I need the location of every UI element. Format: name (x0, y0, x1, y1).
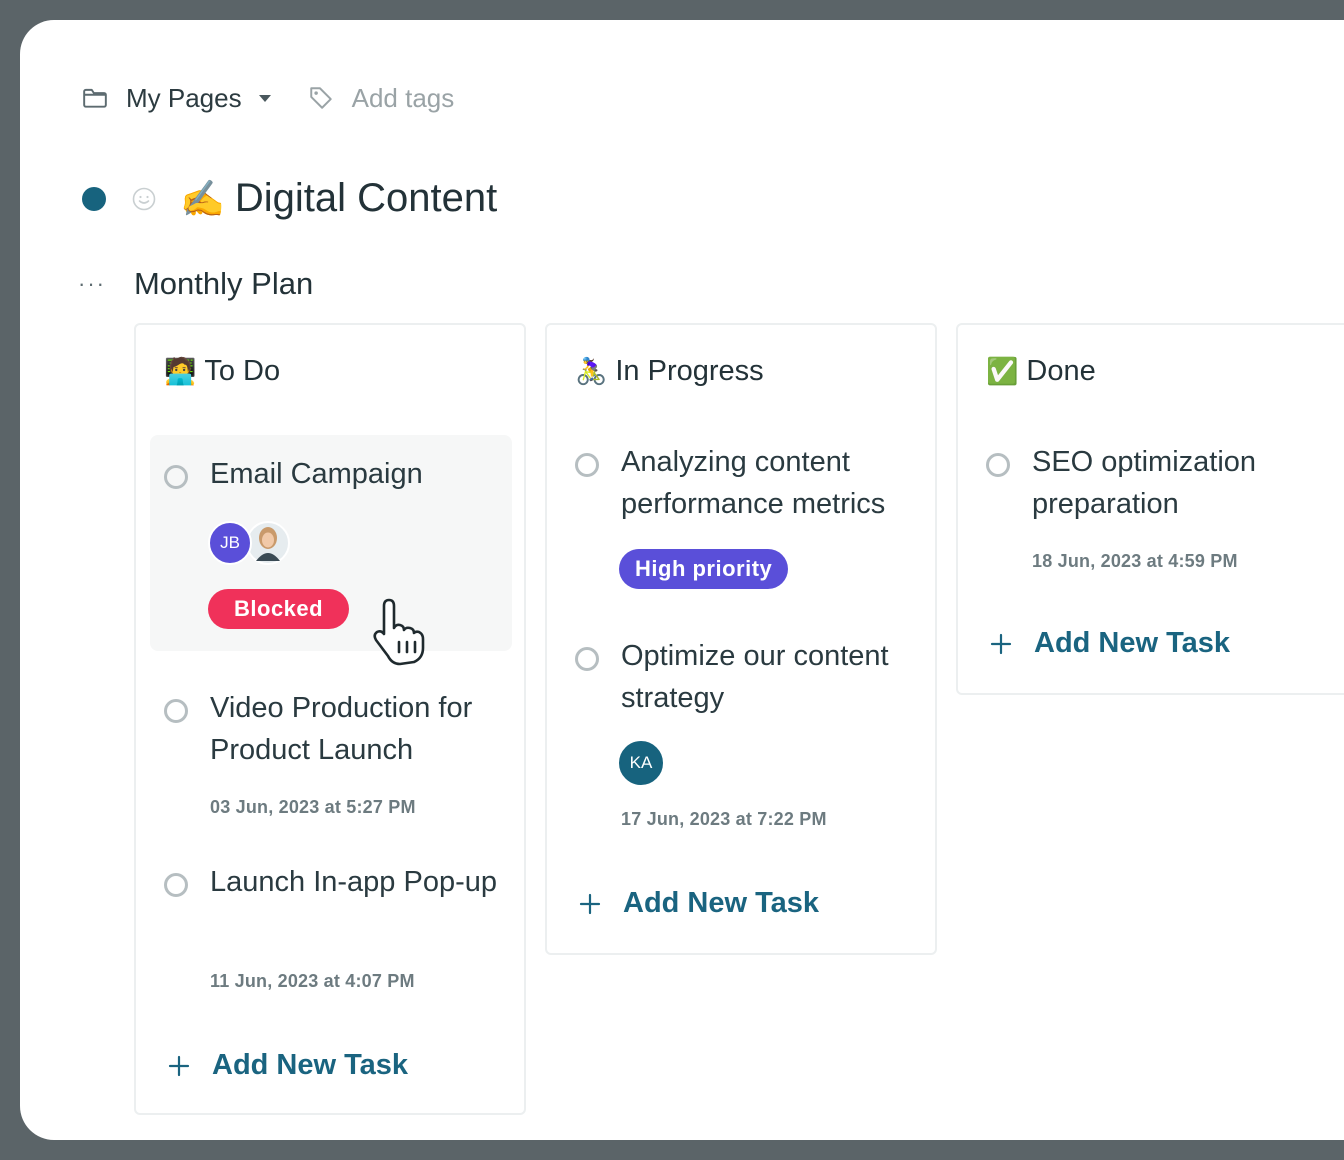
task-date: 11 Jun, 2023 at 4:07 PM (210, 971, 415, 991)
task-date: 17 Jun, 2023 at 7:22 PM (621, 809, 827, 829)
add-new-task-label: Add New Task (212, 1049, 409, 1081)
add-new-task-label: Add New Task (623, 887, 820, 919)
breadcrumb: My Pages Add tags (82, 78, 454, 118)
column-title: Done (1026, 355, 1096, 387)
task-name: Email Campaign (210, 458, 423, 490)
column-emoji: 🚴‍♀️ (575, 356, 608, 386)
add-new-task-button[interactable]: Add New Task (168, 1049, 408, 1082)
app-window: My Pages Add tags ✍️ Digital Content ···… (20, 20, 1344, 1140)
column-title: In Progress (615, 355, 764, 387)
hand-cursor-icon (373, 598, 425, 666)
section-header: ··· Monthly Plan (78, 266, 313, 302)
column-to-do: 🧑‍💻 To Do Email Campaign JB Blocked Vide… (134, 323, 526, 1115)
status-dot[interactable] (82, 186, 106, 211)
task-name: SEO optimization preparation (1032, 446, 1257, 520)
column-title: To Do (204, 355, 281, 387)
smiley-icon[interactable] (132, 187, 156, 211)
tag-icon (309, 87, 332, 109)
add-new-task-button[interactable]: Add New Task (990, 627, 1230, 660)
avatar: KA (619, 741, 663, 785)
task-name: Analyzing content performance metrics (621, 446, 886, 520)
chevron-down-icon[interactable] (258, 91, 272, 105)
task-checkbox[interactable] (164, 465, 188, 489)
column-header: 🧑‍💻 To Do (164, 355, 280, 388)
my-pages-link[interactable]: My Pages (126, 83, 242, 114)
task-checkbox[interactable] (164, 699, 188, 723)
column-emoji: ✅ (986, 356, 1019, 386)
status-badge[interactable]: Blocked (208, 589, 350, 629)
add-new-task-button[interactable]: Add New Task (579, 887, 819, 920)
page-title[interactable]: Digital Content (235, 176, 497, 221)
task-name: Video Production for Product Launch (210, 692, 473, 766)
section-title[interactable]: Monthly Plan (134, 266, 313, 302)
task-checkbox[interactable] (575, 453, 599, 477)
add-new-task-label: Add New Task (1034, 627, 1231, 659)
add-tags-button[interactable]: Add tags (352, 83, 455, 114)
task-date: 18 Jun, 2023 at 4:59 PM (1032, 551, 1238, 571)
column-header: 🚴‍♀️ In Progress (575, 355, 764, 388)
plus-icon (168, 1055, 190, 1076)
column-in-progress: 🚴‍♀️ In Progress Analyzing content perfo… (545, 323, 937, 955)
task-checkbox[interactable] (986, 453, 1010, 477)
page-emoji: ✍️ (180, 177, 225, 219)
task-checkbox[interactable] (164, 873, 188, 897)
task-name: Optimize our content strategy (621, 640, 889, 714)
task-name: Launch In-app Pop-up (210, 866, 497, 898)
plus-icon (579, 893, 601, 914)
column-done: ✅ Done SEO optimization preparation 18 J… (956, 323, 1344, 695)
page-title-row: ✍️ Digital Content (82, 176, 497, 221)
task-checkbox[interactable] (575, 647, 599, 671)
folder-icon (83, 88, 107, 108)
more-options-icon[interactable]: ··· (78, 273, 106, 295)
avatar: JB (208, 521, 252, 565)
column-emoji: 🧑‍💻 (164, 356, 197, 386)
plus-icon (990, 633, 1012, 654)
task-date: 03 Jun, 2023 at 5:27 PM (210, 797, 416, 817)
priority-badge[interactable]: High priority (619, 549, 789, 589)
avatar-photo (246, 521, 290, 565)
column-header: ✅ Done (986, 355, 1096, 388)
